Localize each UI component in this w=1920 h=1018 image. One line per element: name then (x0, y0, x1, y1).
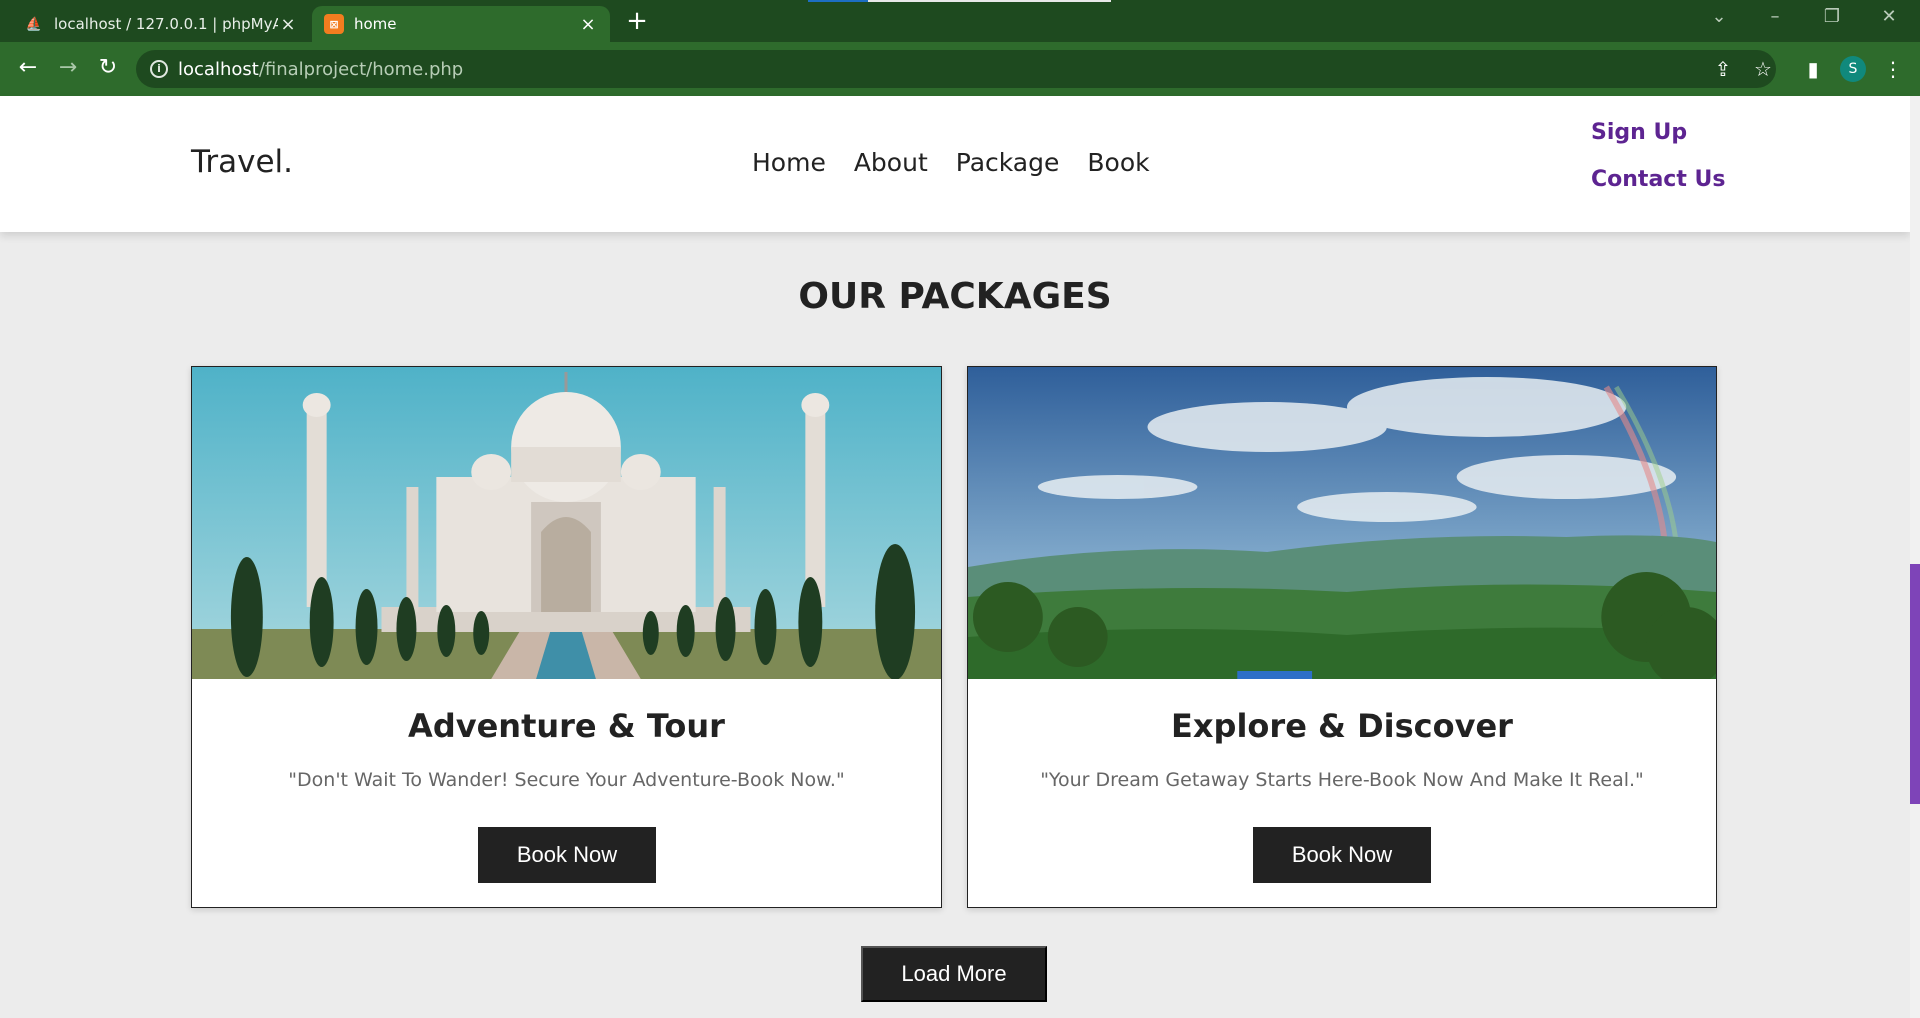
url-path: /finalproject/home.php (258, 58, 464, 80)
section-title: OUR PACKAGES (798, 276, 1112, 317)
close-icon[interactable]: × (578, 14, 598, 35)
bookmark-star-icon[interactable]: ☆ (1750, 58, 1776, 80)
package-title: Explore & Discover (1171, 707, 1513, 745)
back-arrow-icon[interactable]: ← (14, 56, 42, 80)
nav-about[interactable]: About (854, 148, 928, 177)
tab-title: localhost / 127.0.0.1 | phpMyAdm (54, 15, 278, 33)
profile-avatar[interactable]: S (1840, 56, 1866, 82)
contact-us-link[interactable]: Contact Us (1591, 167, 1725, 192)
minimize-icon[interactable]: – (1760, 6, 1790, 27)
new-tab-button[interactable]: + (622, 8, 652, 34)
main-nav: Home About Package Book (752, 148, 1150, 177)
phpmyadmin-icon: ⛵ (25, 16, 43, 32)
url-text[interactable]: localhost/finalproject/home.php (178, 59, 463, 80)
tab-title: home (354, 15, 397, 33)
package-card: Explore & Discover "Your Dream Getaway S… (967, 366, 1717, 908)
book-now-button[interactable]: Book Now (478, 827, 656, 883)
share-icon[interactable]: ⇪ (1710, 58, 1736, 80)
header-actions: Sign Up Contact Us (1591, 120, 1725, 214)
tab-phpmyadmin[interactable]: ⛵ localhost / 127.0.0.1 | phpMyAdm × (12, 6, 310, 42)
browser-toolbar: ← → ↻ i localhost/finalproject/home.php … (0, 42, 1920, 96)
taj-mahal-photo (192, 367, 941, 679)
url-host: localhost (178, 58, 259, 80)
sign-up-link[interactable]: Sign Up (1591, 120, 1725, 145)
window-close-icon[interactable]: ✕ (1874, 6, 1904, 27)
package-tagline: "Don't Wait To Wander! Secure Your Adven… (288, 769, 845, 791)
nav-book[interactable]: Book (1087, 148, 1149, 177)
site-header: Travel. Home About Package Book Sign Up … (0, 96, 1910, 232)
side-panel-icon[interactable]: ▮ (1800, 58, 1826, 80)
page-scrollbar[interactable] (1910, 96, 1920, 1018)
scrollbar-thumb[interactable] (1910, 564, 1920, 804)
package-title: Adventure & Tour (408, 707, 725, 745)
nav-home[interactable]: Home (752, 148, 826, 177)
reload-icon[interactable]: ↻ (94, 56, 122, 80)
address-bar[interactable]: i localhost/finalproject/home.php (136, 50, 1776, 88)
browser-tab-strip: ⛵ localhost / 127.0.0.1 | phpMyAdm × ⊠ h… (0, 0, 1920, 42)
restore-icon[interactable]: ❐ (1817, 6, 1847, 27)
site-logo[interactable]: Travel. (191, 144, 293, 180)
loading-indicator (808, 0, 1111, 2)
package-tagline: "Your Dream Getaway Starts Here-Book Now… (1040, 769, 1644, 791)
tab-home[interactable]: ⊠ home × (312, 6, 610, 42)
load-more-button[interactable]: Load More (861, 946, 1047, 1002)
mountain-valley-photo (968, 367, 1716, 679)
page-content: Travel. Home About Package Book Sign Up … (0, 96, 1910, 1018)
forward-arrow-icon[interactable]: → (54, 56, 82, 80)
nav-package[interactable]: Package (956, 148, 1060, 177)
tab-search-icon[interactable]: ⌄ (1704, 6, 1734, 27)
close-icon[interactable]: × (278, 14, 298, 35)
xampp-icon: ⊠ (324, 14, 344, 34)
package-card: Adventure & Tour "Don't Wait To Wander! … (191, 366, 942, 908)
site-info-icon[interactable]: i (150, 60, 168, 78)
menu-kebab-icon[interactable]: ⋮ (1880, 58, 1906, 80)
book-now-button[interactable]: Book Now (1253, 827, 1431, 883)
